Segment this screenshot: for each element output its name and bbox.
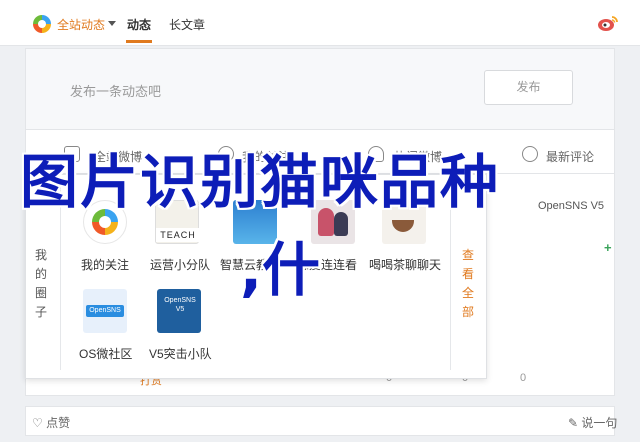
app-label-tea-chat[interactable]: 喝喝茶聊聊天 xyxy=(369,256,441,273)
say-label: 说一句 xyxy=(581,416,618,430)
app-label-my-follow[interactable]: 我的关注 xyxy=(81,256,129,273)
add-button[interactable]: + xyxy=(604,240,612,255)
comment-button[interactable]: ✎ 说一句 xyxy=(568,414,617,431)
app-label-ops-team[interactable]: 运营小分队 xyxy=(150,256,210,273)
app-label-v5-squad[interactable]: V5突击小队 xyxy=(149,345,212,362)
weibo-icon[interactable] xyxy=(597,14,619,32)
action-bar xyxy=(25,406,615,436)
tab-dynamic[interactable]: 动态 xyxy=(127,16,151,33)
like-button[interactable]: ♡ 点赞 xyxy=(32,414,70,431)
publish-input[interactable]: 发布一条动态吧 xyxy=(70,81,161,100)
scope-dropdown[interactable]: 全站动态 xyxy=(57,16,105,33)
chevron-down-icon[interactable] xyxy=(108,21,116,26)
like-label: 点赞 xyxy=(46,416,71,430)
tab-long-article[interactable]: 长文章 xyxy=(169,16,205,33)
overlay-headline: 图片识别猫咪品种 xyxy=(20,148,501,216)
opensns-badge: OpenSNS xyxy=(86,305,124,317)
overlay-headline-line2: ,什 xyxy=(240,236,321,304)
app-label-os-community[interactable]: OS微社区 xyxy=(79,345,132,362)
opensns-v5-badge: OpenSNS V5 xyxy=(164,297,196,313)
publish-button[interactable]: 发布 xyxy=(484,70,573,105)
site-logo-icon[interactable] xyxy=(33,15,51,33)
view-all-link[interactable]: 查看全部 xyxy=(462,246,474,322)
active-tab-indicator xyxy=(126,40,152,43)
my-circle-label: 我的圈子 xyxy=(35,248,48,319)
comment-count[interactable]: 0 xyxy=(520,372,526,384)
ops-team-sign: TEACH xyxy=(156,228,200,242)
